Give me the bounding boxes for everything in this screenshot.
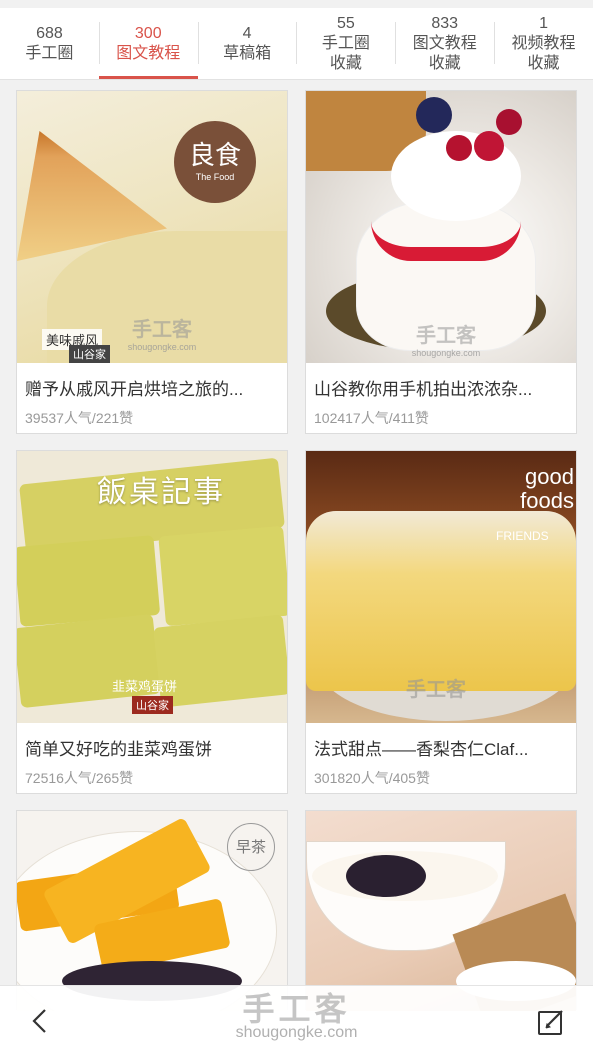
badge-text: 良食 bbox=[188, 141, 241, 171]
card-stats: 39537人气/221赞 bbox=[25, 410, 134, 426]
tab-count: 688 bbox=[36, 24, 63, 42]
card-image: good foods FRIENDS 手工客 bbox=[306, 451, 576, 723]
badge-text: 早茶 bbox=[235, 839, 266, 856]
bottom-toolbar: 手工客 shougongke.com healthy eating bbox=[0, 985, 593, 1055]
tab-count: 833 bbox=[431, 14, 459, 32]
edit-icon bbox=[538, 1010, 563, 1035]
tab-bar: 688 手工圈 300 图文教程 4 草稿箱 55 手工圈 收藏 833 图文教… bbox=[0, 8, 593, 80]
overlay-title: 飯桌記事 bbox=[97, 475, 225, 510]
tutorial-card[interactable]: 手工客 shougongke.com 山谷教你用手机拍出浓浓杂... 10241… bbox=[305, 90, 577, 434]
brand-badge: 早茶 bbox=[227, 823, 275, 871]
tutorial-card[interactable] bbox=[305, 810, 577, 1011]
tab-count: 4 bbox=[242, 24, 252, 42]
jam-drip-shape bbox=[371, 201, 521, 261]
watermark-text: 手工客 bbox=[416, 325, 476, 347]
card-title: 山谷教你用手机拍出浓浓杂... bbox=[314, 380, 533, 399]
watermark-text: 手工客 bbox=[132, 319, 192, 341]
tutorial-card[interactable]: 早茶 bbox=[16, 810, 288, 1011]
tab-count: 55 bbox=[337, 14, 355, 32]
card-stats: 102417人气/411赞 bbox=[314, 410, 429, 426]
watermark-url: shougongke.com bbox=[411, 348, 481, 358]
image-watermark: 手工客 shougongke.com bbox=[122, 313, 202, 352]
berry-shape bbox=[496, 109, 522, 135]
tab-count: 300 bbox=[134, 24, 162, 42]
berry-shape bbox=[446, 135, 472, 161]
overlay-subtitle: FRIENDS bbox=[496, 529, 549, 543]
sago-shape bbox=[346, 855, 426, 897]
image-watermark: 手工客 shougongke.com bbox=[406, 319, 486, 358]
badge-subtext: The Food bbox=[195, 172, 235, 182]
card-image bbox=[306, 811, 576, 1011]
tab-label: 图文教程 bbox=[116, 44, 181, 62]
tab-tutorials[interactable]: 300 图文教程 bbox=[98, 8, 198, 79]
pancake-shape bbox=[158, 525, 287, 627]
card-image: 手工客 shougongke.com bbox=[306, 91, 576, 363]
tab-drafts[interactable]: 4 草稿箱 bbox=[197, 8, 297, 79]
brand-badge: 良食 The Food bbox=[174, 121, 256, 203]
image-tag: 山谷家 bbox=[132, 696, 173, 714]
status-bar-strip bbox=[0, 0, 593, 8]
tab-shougongquan-favorites[interactable]: 55 手工圈 收藏 bbox=[296, 8, 395, 79]
edit-button[interactable] bbox=[535, 1006, 567, 1038]
tab-label: 手工圈 收藏 bbox=[321, 34, 370, 72]
watermark-url: shougongke.com bbox=[127, 342, 197, 352]
image-watermark: 手工客 bbox=[406, 679, 466, 701]
card-title: 赠予从戚风开启烘培之旅的... bbox=[25, 380, 244, 399]
tab-label: 图文教程 收藏 bbox=[412, 34, 477, 72]
overlay-subtitle: 韭菜鸡蛋饼 bbox=[112, 679, 178, 694]
tab-shougongquan[interactable]: 688 手工圈 bbox=[0, 8, 99, 79]
card-image: 良食 The Food 美味戚风 山谷家 手工客 shougongke.com bbox=[17, 91, 287, 363]
tab-tutorial-favorites[interactable]: 833 图文教程 收藏 bbox=[395, 8, 494, 79]
image-tag: 山谷家 bbox=[69, 345, 110, 363]
card-stats: 301820人气/405赞 bbox=[314, 770, 430, 786]
tab-video-favorites[interactable]: 1 视频教程 收藏 bbox=[494, 8, 593, 79]
tab-count: 1 bbox=[539, 14, 548, 32]
overlay-title: good foods bbox=[520, 464, 574, 513]
tutorial-card[interactable]: 良食 The Food 美味戚风 山谷家 手工客 shougongke.com … bbox=[16, 90, 288, 434]
card-image: 早茶 bbox=[17, 811, 287, 1011]
pancake-shape bbox=[17, 535, 161, 627]
tutorial-card[interactable]: good foods FRIENDS 手工客 法式甜点——香梨杏仁Claf...… bbox=[305, 450, 577, 794]
berry-shape bbox=[474, 131, 504, 161]
card-title: 简单又好吃的韭菜鸡蛋饼 bbox=[25, 740, 212, 759]
berry-shape bbox=[416, 97, 452, 133]
card-image: 飯桌記事 韭菜鸡蛋饼 山谷家 bbox=[17, 451, 287, 723]
tutorial-card[interactable]: 飯桌記事 韭菜鸡蛋饼 山谷家 简单又好吃的韭菜鸡蛋饼 72516人气/265赞 bbox=[16, 450, 288, 794]
tab-label: 草稿箱 bbox=[223, 44, 272, 62]
tab-label: 视频教程 收藏 bbox=[511, 34, 576, 72]
card-title: 法式甜点——香梨杏仁Claf... bbox=[314, 740, 529, 759]
card-stats: 72516人气/265赞 bbox=[25, 770, 134, 786]
tab-label: 手工圈 bbox=[25, 44, 74, 62]
